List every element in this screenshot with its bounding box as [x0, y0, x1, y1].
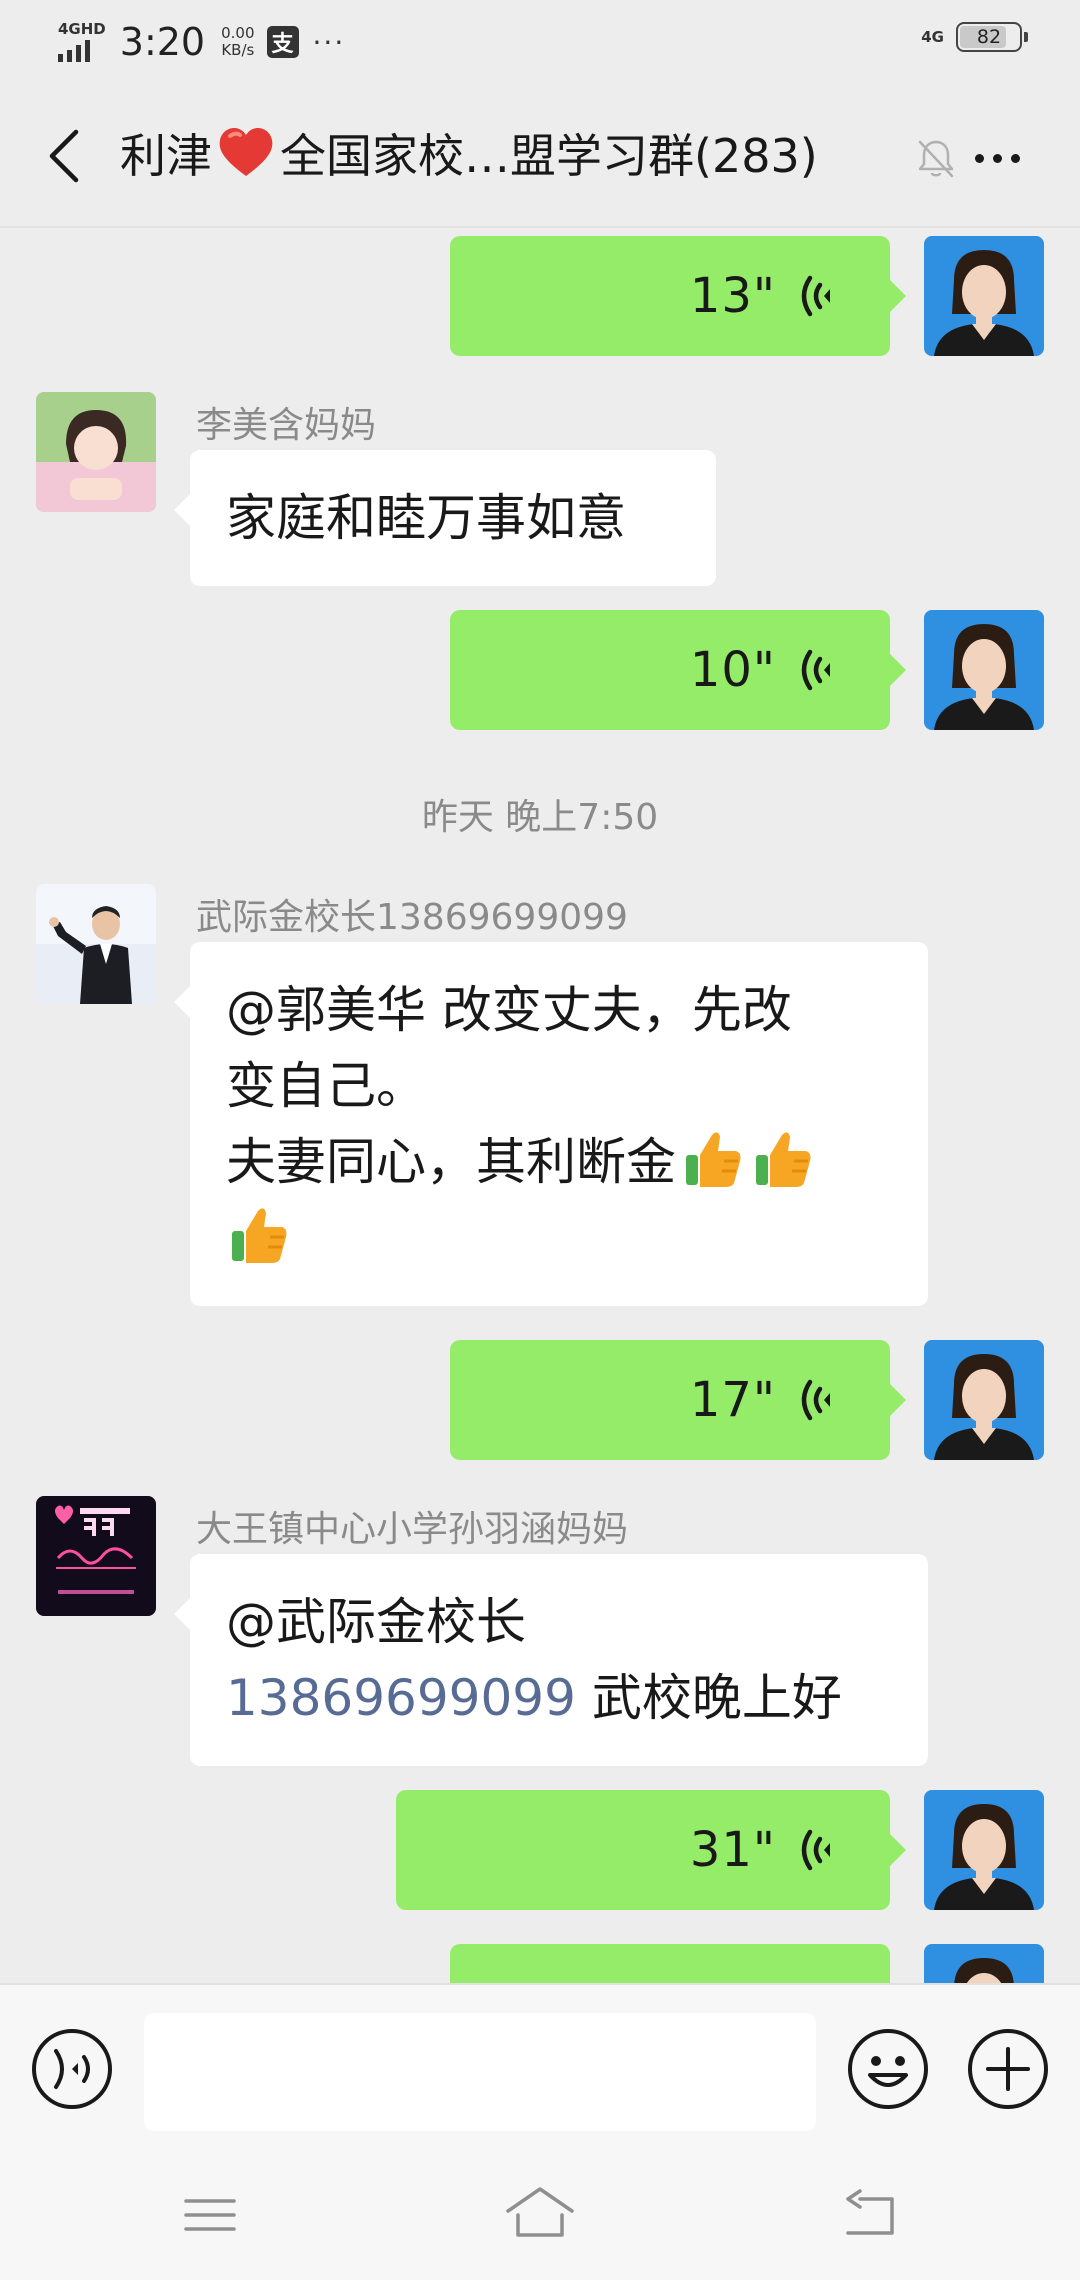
status-right: 4G 82	[921, 22, 1028, 52]
voice-message[interactable]: 17"	[450, 1340, 906, 1460]
sender-name: 武际金校长13869699099	[196, 897, 628, 938]
sender-avatar[interactable]	[36, 392, 156, 512]
signal-indicator: 4GHD	[58, 22, 106, 62]
voice-message-partial[interactable]	[450, 1944, 890, 1983]
network-type-label: 4GHD	[58, 20, 106, 38]
net-speed: 0.00 KB/s	[221, 25, 254, 59]
thumbs-up-icon	[686, 1132, 741, 1187]
text-message[interactable]: 家庭和睦万事如意	[174, 450, 716, 586]
voice-message[interactable]: 10"	[450, 610, 906, 730]
chat-header: 利津 全国家校…盟学习群(283)	[0, 84, 1080, 228]
plus-icon[interactable]	[966, 2027, 1050, 2111]
voice-wave-icon	[801, 275, 830, 317]
menu-icon[interactable]	[180, 2185, 240, 2245]
message-text-line: 13869699099 武校晚上好	[226, 1660, 892, 1736]
phone-number-link[interactable]: 13869699099	[226, 1669, 576, 1727]
message-text: 武校晚上好	[575, 1669, 842, 1727]
alipay-icon: 支	[266, 26, 299, 58]
message-list[interactable]: 13" 李美含妈妈 家庭和睦万事如意 10" 昨天 晚上7:50 武际金校长13…	[0, 228, 1080, 1983]
message-text: 夫妻同心，其利断金	[226, 1133, 676, 1191]
net-speed-value: 0.00	[221, 24, 255, 42]
self-avatar[interactable]	[924, 1340, 1044, 1460]
voice-wave-icon	[801, 1829, 830, 1871]
home-icon[interactable]	[504, 2183, 576, 2243]
self-avatar[interactable]	[924, 1944, 1044, 1983]
back-icon	[49, 129, 79, 183]
voice-input-icon[interactable]	[30, 2027, 114, 2111]
voice-duration: 31"	[689, 1822, 776, 1878]
voice-wave-icon	[801, 649, 830, 691]
system-nav-bar	[0, 2145, 1080, 2280]
message-text-line: 夫妻同心，其利断金	[226, 1124, 892, 1200]
voice-wave-icon	[801, 1379, 830, 1421]
voice-message[interactable]: 13"	[450, 236, 906, 356]
sender-avatar[interactable]	[36, 1496, 156, 1616]
more-button[interactable]	[962, 132, 1032, 184]
message-text-line	[226, 1200, 892, 1276]
chat-title-prefix: 利津	[120, 129, 212, 183]
battery-percent: 82	[976, 26, 1002, 48]
more-icon	[974, 153, 984, 163]
mute-bell-icon	[918, 140, 954, 178]
back-nav-icon[interactable]	[840, 2185, 900, 2245]
thumbs-up-icon	[232, 1208, 287, 1263]
text-message[interactable]: @郭美华 改变丈夫，先改 变自己。 夫妻同心，其利断金	[174, 942, 928, 1306]
battery-icon: 82	[956, 22, 1028, 52]
network-4g-label: 4G	[921, 27, 944, 46]
text-message[interactable]: @武际金校长 13869699099 武校晚上好	[174, 1554, 928, 1766]
message-text: 家庭和睦万事如意	[226, 489, 626, 547]
net-speed-unit: KB/s	[221, 41, 255, 59]
thumbs-up-icon	[756, 1132, 811, 1187]
sender-name: 大王镇中心小学孙羽涵妈妈	[196, 1509, 629, 1550]
status-bar: 4GHD 3:20 0.00 KB/s 支 ··· 4G 82	[0, 0, 1080, 84]
sender-avatar[interactable]	[36, 884, 156, 1004]
chat-title-suffix: 全国家校…盟学习群(283)	[280, 129, 818, 183]
chat-title[interactable]: 利津 全国家校…盟学习群(283)	[120, 120, 900, 192]
timestamp: 昨天 晚上7:50	[421, 797, 659, 838]
message-input[interactable]	[144, 2013, 816, 2131]
voice-duration: 10"	[689, 642, 776, 698]
signal-bars-icon	[58, 40, 90, 62]
voice-duration: 17"	[689, 1372, 776, 1428]
voice-duration: 13"	[689, 268, 776, 324]
message-text-line: @郭美华 改变丈夫，先改	[226, 981, 792, 1039]
status-more-icon: ···	[312, 25, 346, 59]
message-text-line: 变自己。	[226, 1057, 426, 1115]
self-avatar[interactable]	[924, 610, 1044, 730]
mention-text: @武际金校长	[226, 1593, 526, 1651]
voice-message[interactable]: 31"	[396, 1790, 906, 1910]
self-avatar[interactable]	[924, 1790, 1044, 1910]
sender-name: 李美含妈妈	[196, 405, 377, 446]
input-bar	[0, 1983, 1080, 2145]
back-button[interactable]	[36, 128, 92, 184]
heart-icon	[219, 128, 273, 176]
self-avatar[interactable]	[924, 236, 1044, 356]
status-time: 3:20	[119, 20, 206, 64]
emoji-icon[interactable]	[846, 2027, 930, 2111]
